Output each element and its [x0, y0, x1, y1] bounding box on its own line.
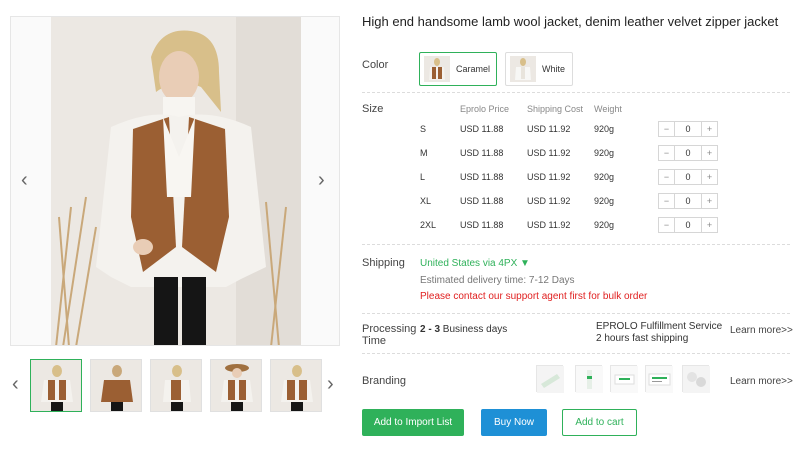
processing-days-unit: Business days: [440, 324, 508, 335]
fulfillment-service: EPROLO Fulfillment Service 2 hours fast …: [596, 321, 722, 345]
thumbnail-3[interactable]: [150, 359, 202, 412]
thumbnail-image: [31, 360, 81, 411]
shipping-cell: USD 11.92: [527, 196, 571, 206]
quantity-stepper: − 0 +: [658, 217, 718, 233]
quantity-stepper: − 0 +: [658, 169, 718, 185]
price-cell: USD 11.88: [460, 172, 504, 182]
decrement-button[interactable]: −: [659, 146, 674, 160]
quantity-stepper: − 0 +: [658, 121, 718, 137]
increment-button[interactable]: +: [702, 218, 717, 232]
weight-cell: 920g: [594, 196, 615, 206]
size-label: Size: [362, 103, 384, 115]
weight-header: Weight: [594, 104, 622, 114]
color-option-white[interactable]: White: [505, 52, 573, 86]
size-name: XL: [420, 196, 432, 206]
white-swatch: [510, 56, 536, 82]
shipping-method-select[interactable]: United States via 4PX ▼: [420, 258, 530, 269]
price-header: Eprolo Price: [460, 104, 510, 114]
thumb-prev-arrow[interactable]: ‹: [12, 374, 19, 394]
thumbnail-strip: ‹ ›: [10, 356, 340, 416]
branding-item-2[interactable]: [575, 365, 603, 393]
thumbnail-image: [151, 360, 201, 411]
fulfillment-service-note: 2 hours fast shipping: [596, 333, 689, 344]
caramel-swatch: [424, 56, 450, 82]
decrement-button[interactable]: −: [659, 218, 674, 232]
color-label: Color: [362, 59, 389, 71]
size-name: 2XL: [420, 220, 437, 230]
decrement-button[interactable]: −: [659, 194, 674, 208]
increment-button[interactable]: +: [702, 194, 717, 208]
divider: [362, 244, 790, 245]
quantity-stepper: − 0 +: [658, 145, 718, 161]
branding-item-4[interactable]: [645, 365, 673, 393]
increment-button[interactable]: +: [702, 170, 717, 184]
color-option-label: White: [542, 64, 566, 74]
weight-cell: 920g: [594, 220, 615, 230]
buy-now-button[interactable]: Buy Now: [481, 409, 547, 436]
product-photo: [51, 17, 301, 345]
color-option-caramel[interactable]: Caramel: [419, 52, 497, 86]
processing-days-range: 2 - 3: [420, 324, 441, 335]
delivery-estimate: Estimated delivery time: 7-12 Days: [420, 275, 575, 286]
increment-button[interactable]: +: [702, 146, 717, 160]
quantity-input[interactable]: 0: [674, 122, 702, 136]
thumbnail-4[interactable]: [210, 359, 262, 412]
branding-item-3[interactable]: [610, 365, 638, 393]
price-cell: USD 11.88: [460, 196, 504, 206]
decrement-button[interactable]: −: [659, 170, 674, 184]
product-title: High end handsome lamb wool jacket, deni…: [362, 14, 779, 29]
divider: [362, 92, 790, 93]
shipping-cell: USD 11.92: [527, 172, 571, 182]
thumbnail-image: [211, 360, 261, 411]
size-name: M: [420, 148, 428, 158]
quantity-input[interactable]: 0: [674, 146, 702, 160]
thumbnail-1[interactable]: [30, 359, 82, 412]
size-name: S: [420, 124, 427, 134]
weight-cell: 920g: [594, 124, 615, 134]
main-product-image: ‹ ›: [10, 16, 340, 346]
fulfillment-service-name: EPROLO Fulfillment Service: [596, 321, 723, 332]
shipping-cell: USD 11.92: [527, 220, 571, 230]
quantity-input[interactable]: 0: [674, 170, 702, 184]
processing-learn-more-link[interactable]: Learn more>>: [730, 325, 793, 336]
quantity-input[interactable]: 0: [674, 194, 702, 208]
decrement-button[interactable]: −: [659, 122, 674, 136]
branding-label: Branding: [362, 375, 407, 387]
increment-button[interactable]: +: [702, 122, 717, 136]
shipping-cell: USD 11.92: [527, 148, 571, 158]
next-image-arrow[interactable]: ›: [318, 170, 325, 190]
thumbnail-image: [271, 360, 321, 411]
branding-learn-more-link[interactable]: Learn more>>: [730, 376, 793, 387]
price-cell: USD 11.88: [460, 124, 504, 134]
size-name: L: [420, 172, 426, 182]
branding-item-1[interactable]: [536, 365, 564, 393]
divider: [362, 353, 790, 354]
jacket-photo-illustration: [51, 17, 301, 345]
branding-item-5[interactable]: [682, 365, 710, 393]
quantity-input[interactable]: 0: [674, 218, 702, 232]
shipping-cost-header: Shipping Cost: [527, 104, 584, 114]
thumbnail-image: [91, 360, 141, 411]
weight-cell: 920g: [594, 172, 615, 182]
thumbnail-2[interactable]: [90, 359, 142, 412]
price-cell: USD 11.88: [460, 220, 504, 230]
bulk-order-warning: Please contact our support agent first f…: [420, 291, 648, 302]
add-to-cart-button[interactable]: Add to cart: [562, 409, 637, 436]
divider: [362, 313, 790, 314]
shipping-label: Shipping: [362, 257, 405, 269]
thumbnail-5[interactable]: [270, 359, 322, 412]
add-to-import-list-button[interactable]: Add to Import List: [362, 409, 464, 436]
shipping-cell: USD 11.92: [527, 124, 571, 134]
price-cell: USD 11.88: [460, 148, 504, 158]
prev-image-arrow[interactable]: ‹: [21, 170, 28, 190]
processing-time-label: Processing Time: [362, 323, 417, 347]
quantity-stepper: − 0 +: [658, 193, 718, 209]
color-option-label: Caramel: [455, 64, 490, 74]
thumb-next-arrow[interactable]: ›: [327, 374, 334, 394]
processing-days: 2 - 3 Business days: [420, 324, 507, 335]
weight-cell: 920g: [594, 148, 615, 158]
